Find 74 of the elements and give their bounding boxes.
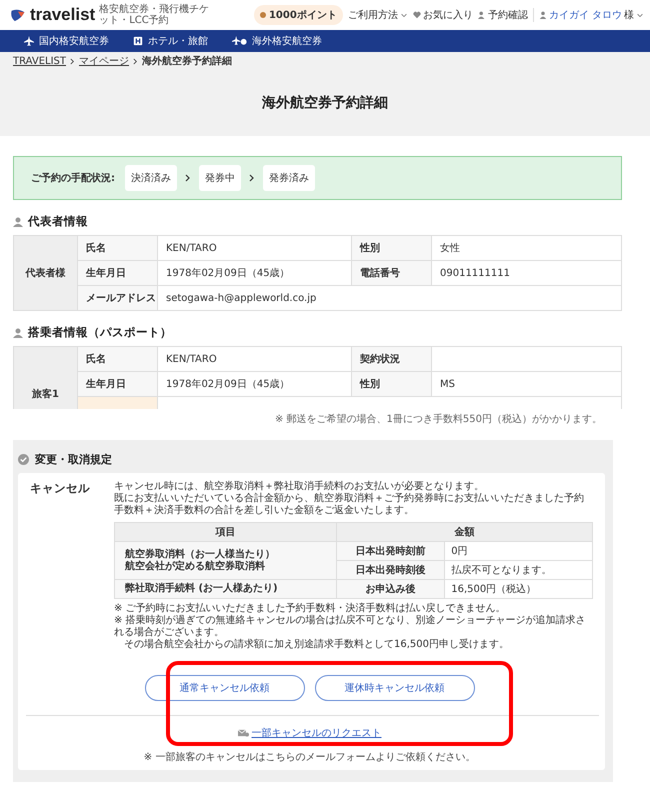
check-circle-icon	[18, 454, 29, 465]
caret-icon	[636, 11, 644, 19]
column-header: 金額	[336, 522, 592, 542]
hotel-icon	[133, 36, 143, 46]
person-icon	[478, 11, 486, 19]
cancel-request-button[interactable]: 通常キャンセル依頼	[144, 675, 304, 701]
policy-text: キャンセル時には、航空券取消料＋弊社取消手続料のお支払いが必要となります。	[114, 481, 485, 492]
column-header: 項目	[114, 522, 336, 542]
header-menu-link[interactable]: 予約確認	[478, 8, 528, 22]
envelope-icon	[238, 729, 248, 737]
nav-tab[interactable]: 国内格安航空券	[24, 34, 109, 48]
cancel-request-button[interactable]: 運休時キャンセル依頼	[314, 675, 474, 701]
tagline: 格安航空券・飛行機チケット・LCC予約	[99, 4, 210, 26]
status-step: 決済済み	[125, 165, 177, 191]
person-icon	[13, 216, 23, 226]
breadcrumb-current: 海外航空券予約詳細	[142, 54, 232, 68]
section-title: 搭乗者情報（パスポート）	[28, 325, 172, 340]
table-label-cell: 性別	[352, 236, 432, 261]
table-cell: 0円	[444, 542, 592, 560]
page-title: 海外航空券予約詳細	[262, 94, 388, 112]
table-header-cell: 代表者様	[14, 236, 78, 311]
status-label: ご予約の手配状況:	[31, 172, 115, 185]
table-cell: 払戻不可となります。	[444, 560, 592, 580]
table-cell: お申込み後	[336, 580, 445, 598]
table-label-cell: 氏名	[78, 347, 158, 372]
header-menu-link[interactable]: お気に入り	[412, 8, 473, 22]
table-cell: 日本出発時刻前	[336, 542, 445, 560]
table-cell: 弊社取消手続料 (お一人様あたり)	[114, 580, 336, 598]
logo-icon	[10, 8, 26, 22]
caret-icon	[400, 11, 408, 19]
status-step: 発券中	[199, 165, 241, 191]
table-cell: MS	[432, 372, 622, 397]
logo-text[interactable]: travelist	[30, 5, 96, 25]
table-label-cell: メールアドレス	[78, 286, 158, 311]
chevron-icon	[185, 174, 191, 182]
chevron-icon	[133, 58, 138, 64]
user-menu[interactable]: カイガイ タロウ 様	[538, 8, 644, 22]
table-label-cell: 生年月日	[78, 261, 158, 286]
breadcrumb-link[interactable]: マイページ	[79, 54, 129, 68]
section-title: 代表者情報	[28, 214, 88, 229]
table-label-cell: 氏名	[78, 236, 158, 261]
airplane-icon	[24, 36, 34, 46]
table-cell: 09011111111	[432, 261, 622, 286]
table-label-cell: 生年月日	[78, 372, 158, 397]
chevron-icon	[249, 174, 255, 182]
nav-tab[interactable]: ホテル・旅館	[133, 34, 208, 48]
nav-tab[interactable]: 海外格安航空券	[232, 34, 322, 48]
airplane-globe-icon	[232, 36, 247, 46]
table-cell: 女性	[432, 236, 622, 261]
note-text: ※ ご予約時にお支払いいただきました予約手数料・決済手数料は払い戻しできません。	[114, 603, 507, 614]
note-text: ※ 一部旅客のキャンセルはこちらのメールフォームよりご依頼ください。	[142, 750, 476, 764]
section-title: 変更・取消規定	[35, 452, 112, 467]
person-icon	[538, 11, 547, 19]
table-cell: 16,500円（税込）	[444, 580, 592, 598]
note-text: その場合航空会社からの請求額に加え別途請求手数料として16,500円申し受けます。	[123, 639, 510, 651]
table-label-cell: 性別	[352, 372, 432, 397]
table-label-cell: 契約状況	[352, 347, 432, 372]
note-text: ※ 郵送をご希望の場合、1冊につき手数料550円（税込）がかかります。	[274, 412, 602, 426]
points-badge[interactable]: 1000ポイント	[254, 5, 343, 25]
chevron-icon	[70, 58, 75, 64]
policy-text: 既にお支払いいただいている合計金額から、航空券取消料＋ご予約発券時にお支払いいただきました予約手数料＋決済手数料の合計を差し引いた金額をご返金いたします。	[114, 493, 585, 517]
breadcrumb-link[interactable]: TRAVELIST	[13, 56, 66, 66]
table-cell: setogawa-h@appleworld.co.jp	[158, 286, 622, 311]
status-step: 発券済み	[263, 165, 315, 191]
table-cell: 航空券取消料（お一人様当たり） 航空会社が定める航空券取消料	[114, 542, 336, 580]
partial-cancel-link[interactable]: 一部キャンセルのリクエスト	[252, 726, 382, 740]
table-header-cell: 旅客1	[14, 347, 78, 409]
note-text: ※ 搭乗時刻が過ぎての無連絡キャンセルの場合は払戻不可となり、別途ノーショーチャージが追加請求される場合がございます。	[114, 615, 587, 638]
table-cell: 日本出発時刻後	[336, 560, 445, 580]
cancel-heading: キャンセル	[29, 481, 91, 497]
heart-icon	[412, 11, 421, 19]
header-menu-link[interactable]: ご利用方法	[348, 8, 408, 22]
person-icon	[13, 328, 23, 338]
table-label-cell: 電話番号	[352, 261, 432, 286]
